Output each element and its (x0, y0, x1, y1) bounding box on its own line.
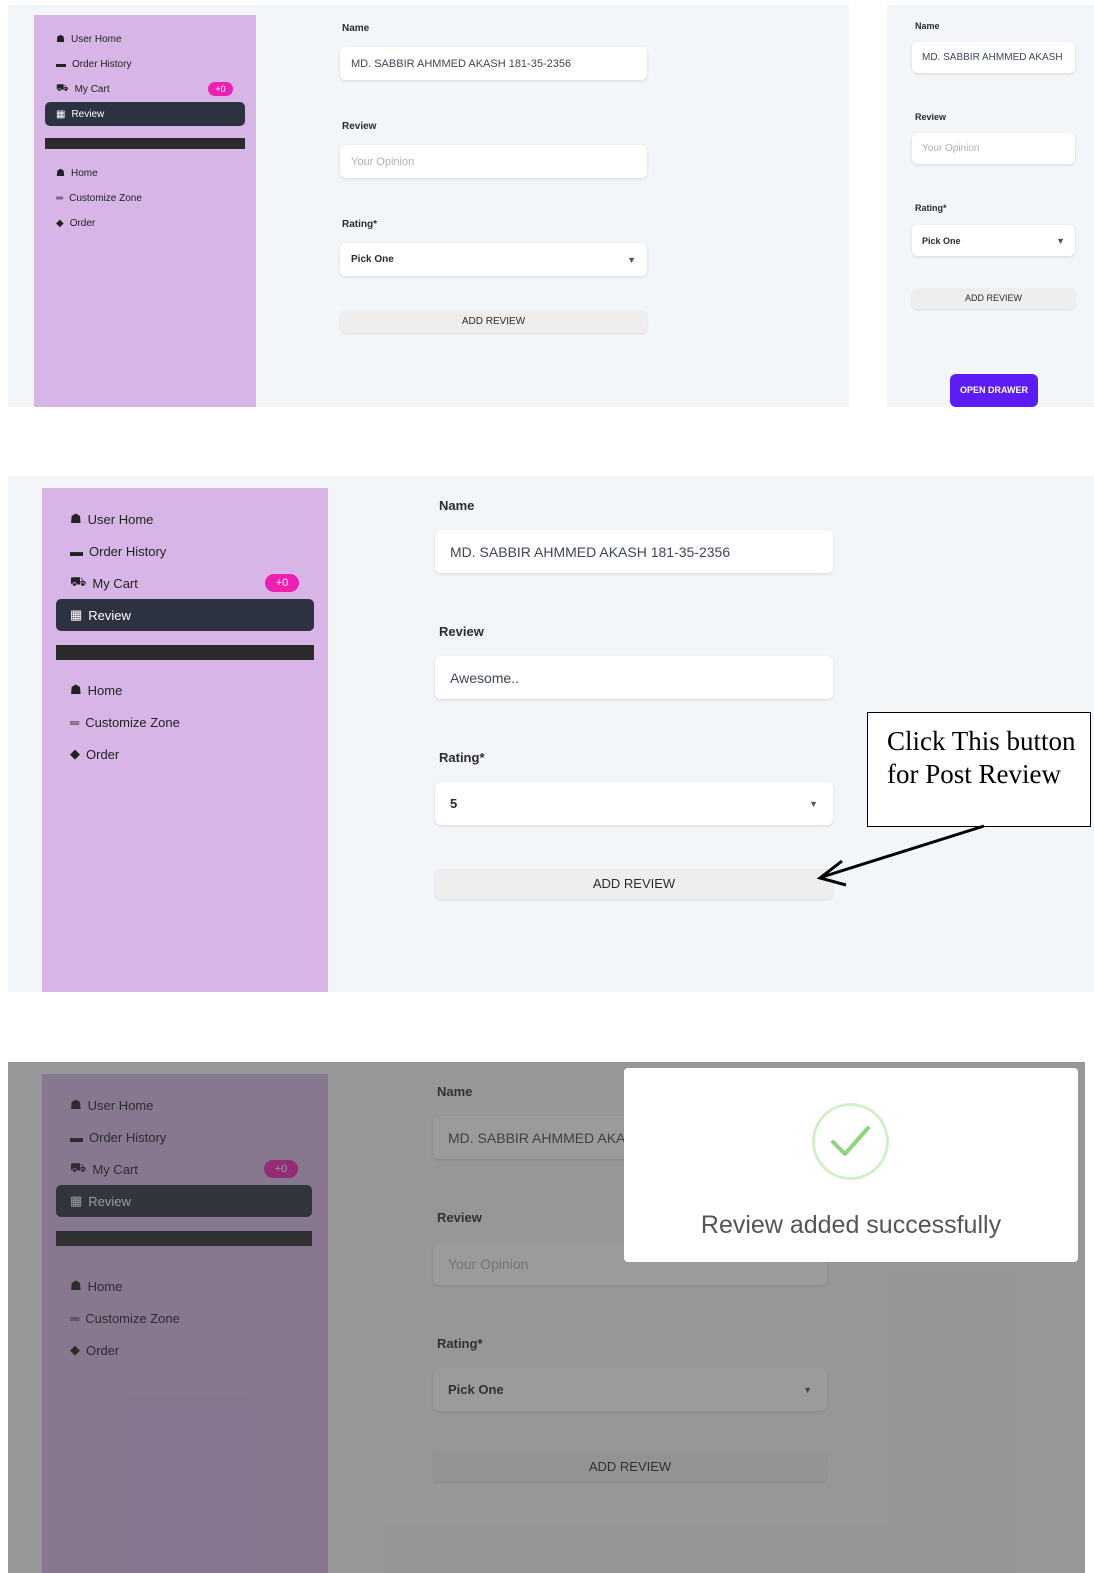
screen-success: ☗User Home ▬Order History ⛟My Cart +0 ▦R… (8, 1062, 1085, 1573)
checkmark-icon (812, 1103, 889, 1180)
success-message: Review added successfully (700, 1211, 1002, 1239)
success-modal: Review added successfully (624, 1068, 1078, 1262)
